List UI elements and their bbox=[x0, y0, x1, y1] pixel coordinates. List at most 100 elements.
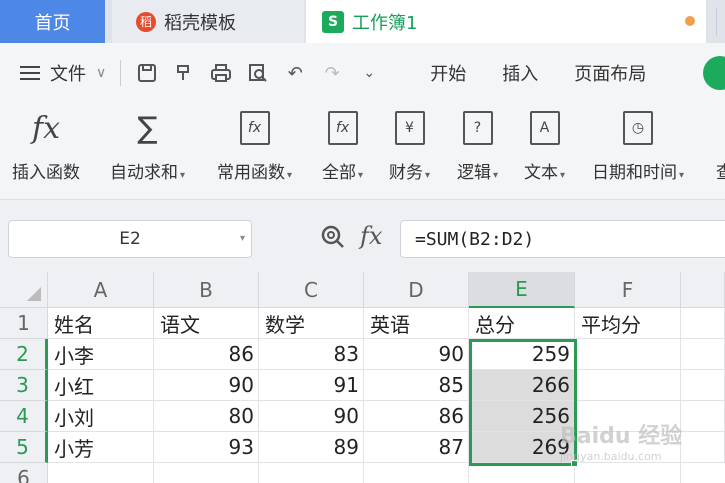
tab-home[interactable]: 首页 bbox=[0, 0, 105, 43]
all-functions-button[interactable]: fx 全部 ▾ bbox=[322, 103, 363, 200]
cell-g2[interactable] bbox=[681, 339, 725, 370]
formula-input[interactable]: =SUM(B2:D2) bbox=[400, 220, 725, 258]
cell-g1[interactable] bbox=[681, 308, 725, 339]
cell-f1[interactable]: 平均分 bbox=[575, 308, 681, 339]
lookup-label: 查 bbox=[716, 163, 725, 183]
autosum-button[interactable]: ∑ 自动求和 ▾ bbox=[110, 103, 185, 200]
cell-a2[interactable]: 小李 bbox=[48, 339, 154, 370]
cell-a4[interactable]: 小刘 bbox=[48, 401, 154, 432]
datetime-button[interactable]: ◷ 日期和时间 ▾ bbox=[592, 103, 684, 200]
watermark-url: jingyan.baidu.com bbox=[560, 450, 662, 463]
insert-function-label: 插入函数 bbox=[12, 163, 80, 183]
cell-b2[interactable]: 86 bbox=[154, 339, 259, 370]
row-header-1[interactable]: 1 bbox=[0, 308, 48, 339]
tab-template-label: 稻壳模板 bbox=[164, 12, 236, 34]
print-icon[interactable] bbox=[209, 61, 233, 85]
cell-d2[interactable]: 90 bbox=[364, 339, 469, 370]
docer-logo-icon: 稻 bbox=[136, 11, 156, 32]
column-header-a[interactable]: A bbox=[48, 272, 154, 308]
cell-d6[interactable] bbox=[364, 463, 469, 483]
print-preview-icon[interactable] bbox=[246, 61, 270, 85]
select-all-corner[interactable] bbox=[0, 272, 48, 308]
cell-a5[interactable]: 小芳 bbox=[48, 432, 154, 463]
cell-a3[interactable]: 小红 bbox=[48, 370, 154, 401]
row-header-3[interactable]: 3 bbox=[0, 370, 48, 401]
cell-f6[interactable] bbox=[575, 463, 681, 483]
cell-g4[interactable] bbox=[681, 401, 725, 432]
insert-function-button[interactable]: fx 插入函数 bbox=[12, 103, 80, 200]
cell-a6[interactable] bbox=[48, 463, 154, 483]
logical-label: 逻辑 bbox=[457, 163, 491, 183]
menu-home[interactable]: 开始 bbox=[430, 60, 466, 86]
cell-c3[interactable]: 91 bbox=[259, 370, 364, 401]
menu-insert[interactable]: 插入 bbox=[502, 60, 538, 86]
save-icon[interactable] bbox=[135, 61, 159, 85]
cell-d3[interactable]: 85 bbox=[364, 370, 469, 401]
row-header-2[interactable]: 2 bbox=[0, 339, 48, 370]
column-header-e[interactable]: E bbox=[469, 272, 575, 308]
column-header-b[interactable]: B bbox=[154, 272, 259, 308]
redo-icon[interactable]: ↷ bbox=[320, 61, 344, 85]
question-icon: ? bbox=[462, 103, 493, 153]
unsaved-dot-icon bbox=[685, 16, 695, 26]
name-box[interactable]: E2 ▾ bbox=[8, 220, 252, 258]
cell-d4[interactable]: 86 bbox=[364, 401, 469, 432]
watermark-text: Baidu 经验 bbox=[560, 424, 683, 449]
financial-button[interactable]: ¥ 财务 ▾ bbox=[389, 103, 430, 200]
cell-g3[interactable] bbox=[681, 370, 725, 401]
cell-b6[interactable] bbox=[154, 463, 259, 483]
cell-g5[interactable] bbox=[681, 432, 725, 463]
cell-f2[interactable] bbox=[575, 339, 681, 370]
menu-page-layout[interactable]: 页面布局 bbox=[574, 60, 646, 86]
chevron-down-icon: ∨ bbox=[96, 65, 107, 81]
formula-tab-indicator[interactable] bbox=[703, 56, 725, 90]
common-functions-button[interactable]: fx 常用函数 ▾ bbox=[217, 103, 292, 200]
caret-down-icon: ▾ bbox=[425, 170, 431, 181]
cell-b4[interactable]: 80 bbox=[154, 401, 259, 432]
customize-chevron-icon[interactable]: ⌄ bbox=[357, 61, 381, 85]
logical-button[interactable]: ? 逻辑 ▾ bbox=[457, 103, 498, 200]
cell-d1[interactable]: 英语 bbox=[364, 308, 469, 339]
cell-b5[interactable]: 93 bbox=[154, 432, 259, 463]
caret-down-icon: ▾ bbox=[358, 170, 364, 181]
column-header-g[interactable] bbox=[681, 272, 725, 308]
format-painter-icon[interactable] bbox=[172, 61, 196, 85]
cell-c6[interactable] bbox=[259, 463, 364, 483]
spreadsheet-icon: S bbox=[322, 10, 344, 33]
row-header-5[interactable]: 5 bbox=[0, 432, 48, 463]
cell-e2[interactable]: 259 bbox=[469, 339, 575, 370]
cell-c2[interactable]: 83 bbox=[259, 339, 364, 370]
text-a-icon: A bbox=[529, 103, 560, 153]
cell-e6[interactable] bbox=[469, 463, 575, 483]
tab-workbook[interactable]: S 工作簿1 bbox=[306, 0, 706, 43]
column-header-f[interactable]: F bbox=[575, 272, 681, 308]
column-header-c[interactable]: C bbox=[259, 272, 364, 308]
cell-d5[interactable]: 87 bbox=[364, 432, 469, 463]
text-functions-button[interactable]: A 文本 ▾ bbox=[524, 103, 565, 200]
divider bbox=[120, 60, 122, 86]
cell-f3[interactable] bbox=[575, 370, 681, 401]
caret-down-icon: ▾ bbox=[679, 170, 685, 181]
all-functions-label: 全部 bbox=[322, 163, 356, 183]
clock-icon: ◷ bbox=[623, 103, 654, 153]
undo-icon[interactable]: ↶ bbox=[283, 61, 307, 85]
cell-a1[interactable]: 姓名 bbox=[48, 308, 154, 339]
formula-bar: E2 ▾ fx =SUM(B2:D2) bbox=[0, 200, 725, 272]
common-functions-label: 常用函数 bbox=[217, 163, 285, 183]
cell-b1[interactable]: 语文 bbox=[154, 308, 259, 339]
cell-b3[interactable]: 90 bbox=[154, 370, 259, 401]
lookup-button[interactable]: 查 bbox=[716, 103, 725, 200]
ribbon-formulas: fx 插入函数 ∑ 自动求和 ▾ fx 常用函数 ▾ fx 全部 ▾ ¥ 财务 ▾ ? … bbox=[0, 103, 725, 200]
cell-c4[interactable]: 90 bbox=[259, 401, 364, 432]
cell-c1[interactable]: 数学 bbox=[259, 308, 364, 339]
cell-c5[interactable]: 89 bbox=[259, 432, 364, 463]
tab-template[interactable]: 稻 稻壳模板 bbox=[112, 0, 304, 43]
row-header-4[interactable]: 4 bbox=[0, 401, 48, 432]
file-menu[interactable]: 文件 ∨ bbox=[20, 60, 106, 86]
cell-e3[interactable]: 266 bbox=[469, 370, 575, 401]
column-header-d[interactable]: D bbox=[364, 272, 469, 308]
zoom-icon[interactable] bbox=[320, 224, 346, 256]
row-header-6[interactable]: 6 bbox=[0, 463, 48, 483]
cell-e1[interactable]: 总分 bbox=[469, 308, 575, 339]
fx-icon[interactable]: fx bbox=[360, 222, 382, 250]
